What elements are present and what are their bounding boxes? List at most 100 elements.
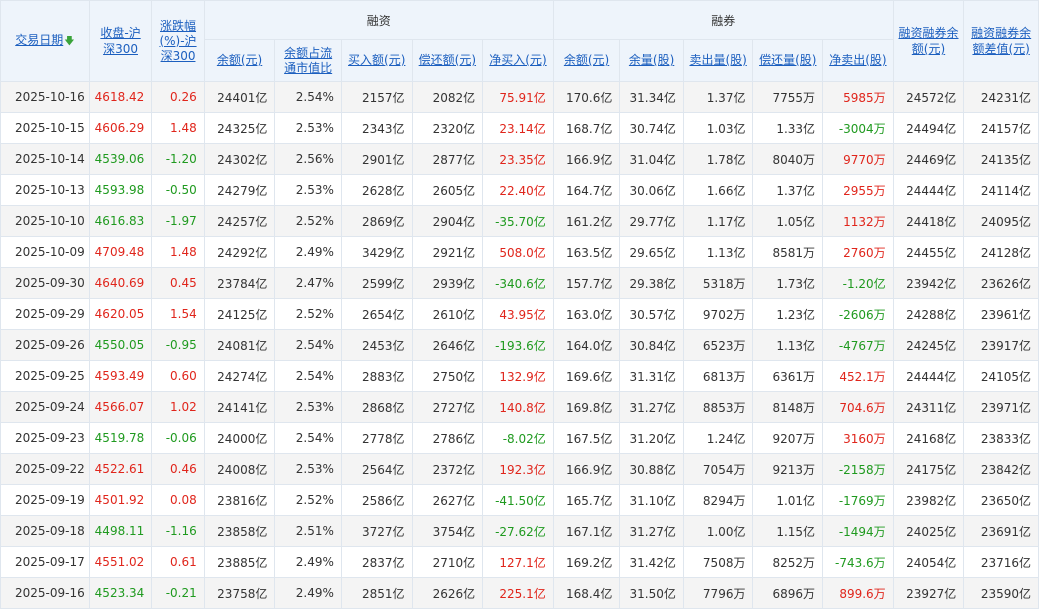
cell-rz-ratio: 2.54% bbox=[274, 422, 342, 454]
col-header-rq-amount[interactable]: 余量(股) bbox=[619, 39, 684, 82]
cell-rq-repay: 1.23亿 bbox=[752, 298, 824, 330]
cell-rq-net-sell: 899.6万 bbox=[822, 577, 894, 609]
cell-change: -0.21 bbox=[151, 577, 205, 609]
cell-rz-net-buy: 192.3亿 bbox=[482, 453, 554, 485]
sort-down-arrow-icon[interactable]: 🡇 bbox=[64, 36, 74, 47]
cell-rz-buy: 2778亿 bbox=[340, 422, 413, 454]
cell-date: 2025-10-16 bbox=[0, 81, 90, 113]
col-header-change[interactable]: 涨跌幅(%)-沪深300 bbox=[151, 0, 205, 82]
cell-change: 1.48 bbox=[151, 112, 205, 144]
cell-close: 4606.29 bbox=[88, 112, 153, 144]
cell-rq-net-sell: -1.20亿 bbox=[822, 267, 894, 299]
col-header-rzrq-diff[interactable]: 融资融券余额差值(元) bbox=[963, 0, 1039, 82]
cell-rz-net-buy: 127.1亿 bbox=[482, 546, 554, 578]
cell-rz-balance: 23885亿 bbox=[203, 546, 276, 578]
sort-rq-repay-link[interactable]: 偿还量(股) bbox=[759, 53, 816, 67]
sort-rq-amount-link[interactable]: 余量(股) bbox=[629, 53, 674, 67]
cell-rz-ratio: 2.53% bbox=[274, 391, 342, 423]
cell-rz-balance: 24125亿 bbox=[203, 298, 276, 330]
cell-rq-sell: 1.78亿 bbox=[682, 143, 754, 175]
cell-rzrq-diff: 23971亿 bbox=[963, 391, 1039, 423]
sort-date-link[interactable]: 交易日期 bbox=[15, 33, 63, 47]
cell-rz-repay: 2750亿 bbox=[411, 360, 484, 392]
cell-rq-sell: 1.37亿 bbox=[682, 81, 754, 113]
sort-rq-sell-link[interactable]: 卖出量(股) bbox=[689, 53, 746, 67]
cell-rz-buy: 2901亿 bbox=[340, 143, 413, 175]
cell-rzrq-diff: 24128亿 bbox=[963, 236, 1039, 268]
cell-rq-balance: 170.6亿 bbox=[552, 81, 621, 113]
cell-rz-repay: 2727亿 bbox=[411, 391, 484, 423]
cell-rq-net-sell: 452.1万 bbox=[822, 360, 894, 392]
cell-rz-ratio: 2.54% bbox=[274, 81, 342, 113]
cell-rzrq-diff: 23833亿 bbox=[963, 422, 1039, 454]
cell-rz-balance: 24401亿 bbox=[203, 81, 276, 113]
cell-rz-balance: 23816亿 bbox=[203, 484, 276, 516]
sort-rzrq-balance-link[interactable]: 融资融券余额(元) bbox=[898, 25, 958, 57]
cell-rz-net-buy: -193.6亿 bbox=[482, 329, 554, 361]
cell-rz-repay: 2710亿 bbox=[411, 546, 484, 578]
cell-rz-ratio: 2.53% bbox=[274, 112, 342, 144]
cell-close: 4501.92 bbox=[88, 484, 153, 516]
cell-rz-balance: 24000亿 bbox=[203, 422, 276, 454]
cell-rq-amount: 31.31亿 bbox=[619, 360, 684, 392]
cell-rz-net-buy: 140.8亿 bbox=[482, 391, 554, 423]
col-header-rq-balance[interactable]: 余额(元) bbox=[552, 39, 621, 82]
col-header-close[interactable]: 收盘-沪深300 bbox=[88, 0, 153, 82]
cell-rzrq-balance: 24444亿 bbox=[892, 360, 965, 392]
cell-rzrq-diff: 24095亿 bbox=[963, 205, 1039, 237]
cell-date: 2025-09-22 bbox=[0, 453, 90, 485]
col-header-rz-repay[interactable]: 偿还额(元) bbox=[411, 39, 484, 82]
cell-rzrq-balance: 24469亿 bbox=[892, 143, 965, 175]
cell-rzrq-balance: 23982亿 bbox=[892, 484, 965, 516]
sort-rzrq-diff-link[interactable]: 融资融券余额差值(元) bbox=[971, 25, 1031, 57]
cell-rz-repay: 2320亿 bbox=[411, 112, 484, 144]
cell-rzrq-balance: 24245亿 bbox=[892, 329, 965, 361]
table-row: 2025-10-15 4606.29 1.48 24325亿 2.53% 2343亿 232… bbox=[0, 112, 1039, 144]
sort-rz-balance-link[interactable]: 余额(元) bbox=[217, 53, 262, 67]
cell-rq-amount: 31.27亿 bbox=[619, 515, 684, 547]
table-row: 2025-09-24 4566.07 1.02 24141亿 2.53% 2868亿 272… bbox=[0, 391, 1039, 423]
sort-rz-repay-link[interactable]: 偿还额(元) bbox=[419, 53, 476, 67]
col-header-date[interactable]: 交易日期🡇 bbox=[0, 0, 90, 82]
col-header-rq-sell[interactable]: 卖出量(股) bbox=[682, 39, 754, 82]
cell-rq-sell: 7054万 bbox=[682, 453, 754, 485]
cell-change: -1.16 bbox=[151, 515, 205, 547]
cell-rz-buy: 2883亿 bbox=[340, 360, 413, 392]
sort-rz-buy-link[interactable]: 买入额(元) bbox=[348, 53, 405, 67]
cell-rq-sell: 1.00亿 bbox=[682, 515, 754, 547]
cell-rq-amount: 30.06亿 bbox=[619, 174, 684, 206]
col-header-rz-net-buy[interactable]: 净买入(元) bbox=[482, 39, 554, 82]
cell-close: 4593.98 bbox=[88, 174, 153, 206]
cell-rz-buy: 2837亿 bbox=[340, 546, 413, 578]
col-header-rz-balance[interactable]: 余额(元) bbox=[203, 39, 276, 82]
col-header-rz-ratio[interactable]: 余额占流通市值比 bbox=[274, 39, 342, 82]
col-header-rzrq-balance[interactable]: 融资融券余额(元) bbox=[892, 0, 965, 82]
cell-rq-repay: 6361万 bbox=[752, 360, 824, 392]
cell-rz-net-buy: 508.0亿 bbox=[482, 236, 554, 268]
cell-rzrq-diff: 23961亿 bbox=[963, 298, 1039, 330]
cell-rq-sell: 8853万 bbox=[682, 391, 754, 423]
cell-change: 0.08 bbox=[151, 484, 205, 516]
cell-date: 2025-09-18 bbox=[0, 515, 90, 547]
col-header-rq-repay[interactable]: 偿还量(股) bbox=[752, 39, 824, 82]
cell-rzrq-balance: 24288亿 bbox=[892, 298, 965, 330]
cell-rq-repay: 1.37亿 bbox=[752, 174, 824, 206]
cell-rz-ratio: 2.56% bbox=[274, 143, 342, 175]
cell-rz-net-buy: -35.70亿 bbox=[482, 205, 554, 237]
sort-change-link[interactable]: 涨跌幅(%)-沪深300 bbox=[155, 19, 201, 64]
cell-rq-sell: 9702万 bbox=[682, 298, 754, 330]
cell-close: 4593.49 bbox=[88, 360, 153, 392]
cell-rz-ratio: 2.49% bbox=[274, 546, 342, 578]
col-header-rz-buy[interactable]: 买入额(元) bbox=[340, 39, 413, 82]
sort-rq-net-sell-link[interactable]: 净卖出(股) bbox=[829, 53, 886, 67]
cell-rz-net-buy: -8.02亿 bbox=[482, 422, 554, 454]
sort-rz-ratio-link[interactable]: 余额占流通市值比 bbox=[279, 46, 337, 76]
sort-rq-balance-link[interactable]: 余额(元) bbox=[564, 53, 609, 67]
cell-rzrq-balance: 23942亿 bbox=[892, 267, 965, 299]
cell-rz-buy: 2343亿 bbox=[340, 112, 413, 144]
cell-rz-net-buy: 23.14亿 bbox=[482, 112, 554, 144]
sort-rz-net-buy-link[interactable]: 净买入(元) bbox=[489, 53, 546, 67]
col-header-rq-net-sell[interactable]: 净卖出(股) bbox=[822, 39, 894, 82]
sort-close-link[interactable]: 收盘-沪深300 bbox=[98, 25, 144, 57]
cell-rq-repay: 1.33亿 bbox=[752, 112, 824, 144]
